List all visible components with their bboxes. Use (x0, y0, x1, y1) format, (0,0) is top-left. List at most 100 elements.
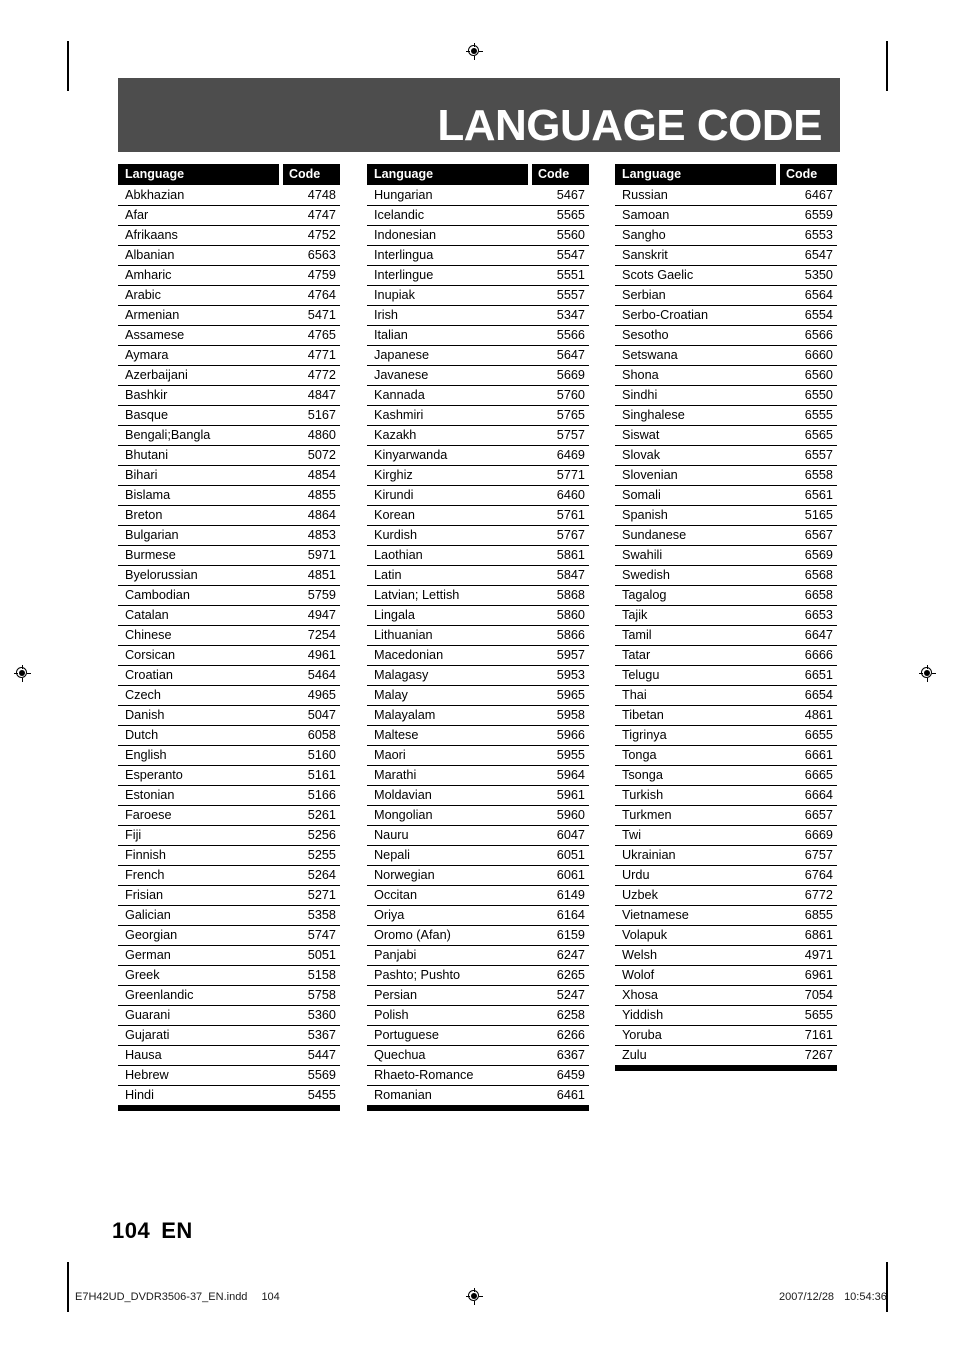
table-row: Georgian 5747 (118, 926, 340, 946)
cell-code: 5455 (307, 1088, 336, 1102)
cell-language: Serbian (622, 288, 666, 302)
cell-code: 5957 (556, 648, 585, 662)
print-footer-date: 2007/12/28 (779, 1291, 835, 1303)
cell-language: Zulu (622, 1048, 647, 1062)
cell-language: Tsonga (622, 768, 663, 782)
table-row: Hindi 5455 (118, 1086, 340, 1106)
cell-language: Bhutani (125, 448, 169, 462)
table-row: Oromo (Afan) 6159 (367, 926, 589, 946)
cell-code: 5761 (556, 508, 585, 522)
cell-language: Malagasy (374, 668, 429, 682)
table-row: Faroese 5261 (118, 806, 340, 826)
cell-code: 4747 (307, 208, 336, 222)
cell-language: Aymara (125, 348, 169, 362)
cell-code: 6855 (804, 908, 833, 922)
cell-code: 5255 (307, 848, 336, 862)
table-row: Irish 5347 (367, 306, 589, 326)
cell-code: 6567 (804, 528, 833, 542)
cell-code: 6258 (556, 1008, 585, 1022)
column-header-language: Language (615, 164, 776, 185)
cell-code: 4947 (307, 608, 336, 622)
table-row: Thai 6654 (615, 686, 837, 706)
cell-language: Scots Gaelic (622, 268, 694, 282)
table-bottom-rule (367, 1106, 589, 1111)
cell-language: Kazakh (374, 428, 417, 442)
cell-code: 6654 (804, 688, 833, 702)
table-row: Tibetan 4861 (615, 706, 837, 726)
crop-mark-top-left (67, 41, 69, 91)
cell-language: Hindi (125, 1088, 154, 1102)
table-row: Bengali;Bangla 4860 (118, 426, 340, 446)
cell-code: 5669 (556, 368, 585, 382)
cell-language: Interlingua (374, 248, 434, 262)
table-row: Hungarian 5467 (367, 186, 589, 206)
cell-language: Amharic (125, 268, 172, 282)
table-row: Japanese 5647 (367, 346, 589, 366)
cell-code: 6764 (804, 868, 833, 882)
cell-language: Kashmiri (374, 408, 424, 422)
cell-language: Sanskrit (622, 248, 668, 262)
cell-language: Albanian (125, 248, 175, 262)
table-row: Romanian 6461 (367, 1086, 589, 1106)
cell-code: 6460 (556, 488, 585, 502)
cell-language: Georgian (125, 928, 178, 942)
table-row: Slovak 6557 (615, 446, 837, 466)
table-row: Javanese 5669 (367, 366, 589, 386)
cell-language: Finnish (125, 848, 166, 862)
cell-language: Shona (622, 368, 659, 382)
cell-language: Laothian (374, 548, 423, 562)
cell-code: 6553 (804, 228, 833, 242)
cell-language: Russian (622, 188, 668, 202)
table-row: Sundanese 6567 (615, 526, 837, 546)
table-row: Burmese 5971 (118, 546, 340, 566)
table-row: Bihari 4854 (118, 466, 340, 486)
cell-language: Nepali (374, 848, 410, 862)
print-footer-file-name: E7H42UD_DVDR3506-37_EN.indd (75, 1291, 248, 1303)
table-row: Breton 4864 (118, 506, 340, 526)
table-row: Setswana 6660 (615, 346, 837, 366)
cell-code: 5953 (556, 668, 585, 682)
table-row: Yoruba 7161 (615, 1026, 837, 1046)
cell-language: Burmese (125, 548, 176, 562)
cell-code: 5771 (556, 468, 585, 482)
cell-language: Xhosa (622, 988, 658, 1002)
cell-language: Turkmen (622, 808, 672, 822)
table-row: Latin 5847 (367, 566, 589, 586)
cell-language: Malayalam (374, 708, 436, 722)
table-row: Sindhi 6550 (615, 386, 837, 406)
cell-code: 5551 (556, 268, 585, 282)
cell-code: 5358 (307, 908, 336, 922)
cell-language: Italian (374, 328, 408, 342)
table-row: Danish 5047 (118, 706, 340, 726)
cell-code: 5467 (556, 188, 585, 202)
cell-code: 4748 (307, 188, 336, 202)
cell-code: 5964 (556, 768, 585, 782)
table-row: Mongolian 5960 (367, 806, 589, 826)
cell-code: 6669 (804, 828, 833, 842)
cell-language: Yiddish (622, 1008, 664, 1022)
cell-language: Setswana (622, 348, 678, 362)
table-row: Malay 5965 (367, 686, 589, 706)
table-row: Tajik 6653 (615, 606, 837, 626)
table-bottom-rule (615, 1066, 837, 1071)
cell-code: 5566 (556, 328, 585, 342)
table-row: Tatar 6666 (615, 646, 837, 666)
cell-language: Urdu (622, 868, 650, 882)
print-footer-page-ref: 104 (261, 1291, 280, 1303)
table-row: Bashkir 4847 (118, 386, 340, 406)
table-row: Abkhazian 4748 (118, 186, 340, 206)
cell-code: 4971 (804, 948, 833, 962)
cell-code: 6664 (804, 788, 833, 802)
cell-language: Vietnamese (622, 908, 689, 922)
cell-language: Frisian (125, 888, 164, 902)
cell-language: Basque (125, 408, 169, 422)
table-row: Bhutani 5072 (118, 446, 340, 466)
cell-language: Oriya (374, 908, 405, 922)
table-row: Marathi 5964 (367, 766, 589, 786)
cell-code: 4854 (307, 468, 336, 482)
cell-code: 5160 (307, 748, 336, 762)
cell-language: Malay (374, 688, 408, 702)
cell-language: Azerbaijani (125, 368, 188, 382)
cell-language: Latvian; Lettish (374, 588, 460, 602)
cell-code: 6666 (804, 648, 833, 662)
